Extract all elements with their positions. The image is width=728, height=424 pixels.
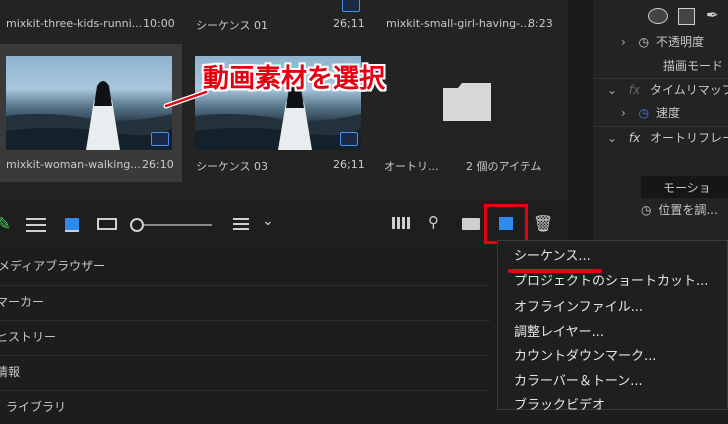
menu-item-adjustment-layer[interactable]: 調整レイヤー... bbox=[514, 321, 604, 345]
menu-item-project-shortcut[interactable]: プロジェクトのショートカット... bbox=[514, 270, 708, 294]
panel-label: マーカー bbox=[0, 295, 45, 309]
new-item-button[interactable] bbox=[484, 204, 528, 244]
time-remap-row[interactable]: ⌄ fx タイムリマップ bbox=[593, 78, 728, 101]
panel-markers[interactable]: マーカー bbox=[0, 285, 490, 319]
clip-duration: 10:00 bbox=[143, 17, 175, 30]
ellipse-mask-icon[interactable] bbox=[648, 8, 668, 24]
motion-label: モーショ bbox=[663, 181, 711, 195]
panel-label: ライブラリ bbox=[6, 400, 67, 414]
panel-label: メディアブラウザー bbox=[0, 259, 106, 273]
opacity-label: 不透明度 bbox=[655, 35, 704, 49]
clip-tile-top-1[interactable]: mixkit-three-kids-runni... 10:00 bbox=[0, 0, 182, 40]
opacity-row[interactable]: › ◷ 不透明度 bbox=[593, 31, 704, 53]
time-remap-label: タイムリマップ bbox=[650, 83, 728, 97]
new-bin-icon[interactable] bbox=[462, 218, 480, 230]
new-item-menu: シーケンス... プロジェクトのショートカット... オフラインファイル... … bbox=[497, 240, 728, 413]
position-label: 位置を調... bbox=[658, 203, 718, 217]
panel-divider[interactable] bbox=[568, 0, 593, 240]
chevron-down-icon: ⌄ bbox=[607, 83, 618, 97]
woman-figure-image bbox=[6, 81, 172, 150]
folder-tile[interactable]: オートリ... 2 個のアイテム bbox=[380, 44, 566, 182]
panel-label: 情報 bbox=[0, 365, 21, 379]
callout-label: 動画素材を選択 bbox=[203, 64, 386, 94]
fx-icon: fx bbox=[628, 83, 641, 97]
search-icon[interactable]: ⚲ bbox=[428, 213, 439, 231]
chevron-right-icon: › bbox=[621, 35, 626, 49]
stopwatch-icon[interactable]: ◷ bbox=[641, 203, 651, 217]
speed-row[interactable]: › ◷ 速度 bbox=[593, 102, 680, 124]
opacity-mask-shapes: ✒ bbox=[648, 6, 728, 26]
sequence-icon bbox=[340, 132, 358, 146]
clip-name: mixkit-woman-walking... bbox=[6, 158, 141, 171]
chevron-down-icon: ⌄ bbox=[607, 131, 618, 145]
speed-label: 速度 bbox=[655, 106, 680, 120]
auto-reframe-row[interactable]: ⌄ fx オートリフレー bbox=[593, 126, 728, 149]
panel-libraries[interactable]: ライブラリ bbox=[0, 390, 490, 424]
video-clip-icon bbox=[151, 132, 169, 146]
clip-name: シーケンス 03 bbox=[196, 160, 268, 173]
new-item-icon bbox=[499, 217, 513, 230]
menu-item-black-video[interactable]: ブラックビデオ bbox=[514, 394, 605, 418]
clip-name: mixkit-small-girl-having-... bbox=[386, 17, 531, 30]
icon-view-icon[interactable] bbox=[65, 218, 79, 232]
project-toolbar: ✎ ⌄ ⚲ 🗑 bbox=[0, 200, 568, 250]
menu-item-bars-and-tone[interactable]: カラーバー＆トーン... bbox=[514, 370, 643, 394]
position-row[interactable]: ◷ 位置を調... bbox=[593, 199, 718, 221]
clip-tile-top-2[interactable]: シーケンス 01 26;11 bbox=[190, 0, 372, 40]
clip-duration: 26;11 bbox=[333, 158, 365, 171]
automate-to-sequence-icon[interactable] bbox=[392, 217, 410, 229]
chevron-down-icon[interactable]: ⌄ bbox=[262, 213, 274, 229]
sequence-icon bbox=[342, 0, 360, 12]
pencil-icon[interactable]: ✎ bbox=[0, 214, 11, 235]
blend-mode-label: 描画モード bbox=[663, 59, 724, 73]
clip-duration: 26:10 bbox=[142, 158, 174, 171]
stopwatch-active-icon[interactable]: ◷ bbox=[639, 106, 649, 120]
sort-menu-icon[interactable] bbox=[233, 218, 249, 230]
trash-icon[interactable]: 🗑 bbox=[533, 214, 553, 233]
fx-icon: fx bbox=[628, 131, 641, 145]
folder-item-count: 2 個のアイテム bbox=[466, 160, 542, 173]
motion-value-field[interactable]: モーショ bbox=[641, 176, 728, 198]
clip-tile-selected[interactable]: mixkit-woman-walking... 26:10 bbox=[0, 44, 182, 182]
menu-item-sequence[interactable]: シーケンス... bbox=[514, 245, 591, 269]
effect-controls-panel: ✒ › ◷ 不透明度 描画モード ⌄ fx タイムリマップ › ◷ 速度 ⌄ f… bbox=[593, 0, 728, 240]
folder-icon bbox=[443, 83, 491, 121]
clip-name: シーケンス 01 bbox=[196, 19, 268, 32]
clip-duration: 26;11 bbox=[333, 17, 365, 30]
panel-media-browser[interactable]: メディアブラウザー bbox=[0, 250, 490, 283]
stopwatch-icon[interactable]: ◷ bbox=[639, 35, 649, 49]
panel-history[interactable]: ヒストリー bbox=[0, 320, 490, 354]
pen-mask-icon[interactable]: ✒ bbox=[706, 6, 719, 24]
menu-item-countdown-leader[interactable]: カウントダウンマーク... bbox=[514, 345, 656, 369]
clip-name: mixkit-three-kids-runni... bbox=[6, 17, 143, 30]
list-view-icon[interactable] bbox=[26, 218, 46, 232]
menu-item-offline-file[interactable]: オフラインファイル... bbox=[514, 296, 643, 320]
chevron-right-icon: › bbox=[621, 106, 626, 120]
clip-thumbnail bbox=[6, 56, 172, 150]
panel-info[interactable]: 情報 bbox=[0, 355, 490, 389]
auto-reframe-label: オートリフレー bbox=[650, 131, 728, 145]
clip-duration: 8:23 bbox=[528, 17, 553, 30]
freeform-view-icon[interactable] bbox=[97, 218, 117, 230]
blend-mode-row[interactable]: 描画モード bbox=[593, 55, 723, 77]
zoom-slider[interactable] bbox=[132, 224, 212, 226]
panel-label: ヒストリー bbox=[0, 330, 57, 344]
folder-name: オートリ... bbox=[384, 160, 439, 173]
clip-tile-top-3[interactable]: mixkit-small-girl-having-... 8:23 bbox=[380, 0, 566, 40]
project-bin: mixkit-three-kids-runni... 10:00 シーケンス 0… bbox=[0, 0, 568, 200]
zoom-slider-handle[interactable] bbox=[130, 218, 144, 232]
rectangle-mask-icon[interactable] bbox=[678, 8, 695, 25]
